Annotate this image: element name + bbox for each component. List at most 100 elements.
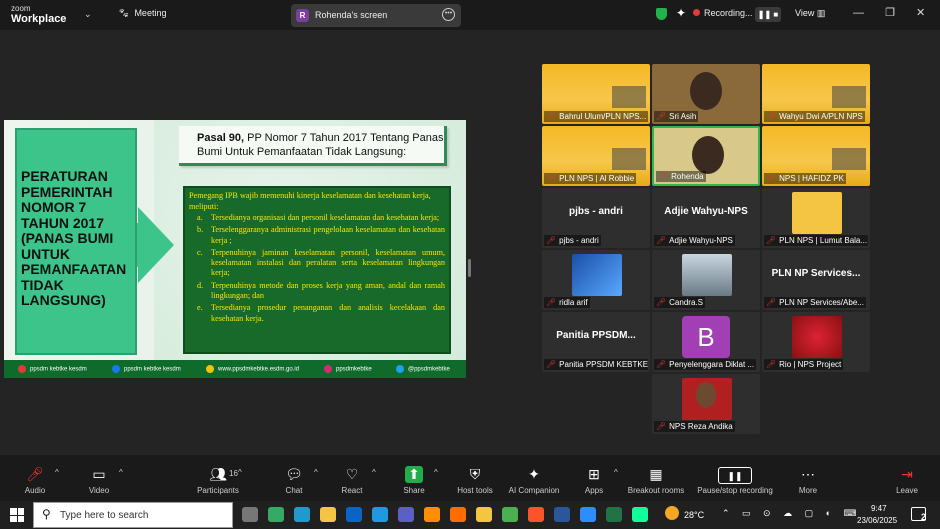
tray-icons[interactable]: ⌃ ▭ ⊙ ☁ ▢ ◐ ⌨︎: [722, 508, 857, 519]
participant-tile[interactable]: 🎤︎ Bahrul Ulum/PLN NPS...: [542, 64, 650, 124]
folder-icon[interactable]: [476, 507, 492, 522]
participant-tile[interactable]: 🎤︎ Rio | NPS Project: [762, 312, 870, 372]
firefox-icon[interactable]: [450, 507, 466, 522]
footer-text: www.ppsdmkebtke.esdm.go.id: [218, 366, 300, 373]
participant-name-text: PLN NPS | Lumut Bala...: [779, 236, 868, 245]
edge-icon[interactable]: [372, 507, 388, 522]
participant-tile[interactable]: 🎤︎ PLN NPS | Al Robbie: [542, 126, 650, 186]
video-button[interactable]: ▭ Video: [59, 466, 139, 500]
participant-name: 🎤︎ NPS | HAFIDZ PK: [764, 173, 846, 184]
shared-screen-tab[interactable]: R Rohenda's screen •••: [291, 4, 461, 27]
file-explorer-icon[interactable]: [320, 507, 336, 522]
mic-muted-icon: 🎤︎: [656, 422, 667, 431]
mic-muted-icon: 🎤︎: [546, 360, 557, 369]
participant-tile[interactable]: 🎤︎ NPS | HAFIDZ PK: [762, 126, 870, 186]
mic-muted-icon: 🎤︎: [656, 112, 667, 121]
recording-pause-button[interactable]: ❚❚ ■: [755, 7, 781, 22]
restore-icon[interactable]: ❐: [885, 7, 895, 19]
more-button[interactable]: ⋯ More: [768, 466, 848, 500]
participant-name-text: ridla arif: [559, 298, 588, 307]
participant-display-name: pjbs - andri: [569, 206, 623, 217]
widgets-icon[interactable]: [268, 507, 284, 522]
footer-text: @ppsdmkebtke: [408, 366, 450, 373]
slide-left-title: PERATURAN PEMERINTAH NOMOR 7 TAHUN 2017 …: [21, 168, 127, 308]
poster-graphic: [612, 86, 646, 108]
brave-icon[interactable]: [528, 507, 544, 522]
ai-sparkle-icon: ✦: [528, 466, 540, 482]
participant-face: [690, 72, 722, 110]
participant-tile[interactable]: 🎤︎ Rohenda: [652, 126, 760, 186]
view-label: View: [795, 8, 815, 18]
participant-thumbnail: [792, 192, 842, 234]
participant-tile[interactable]: B 🎤︎ Penyelenggara Diklat ...: [652, 312, 760, 372]
mic-muted-icon: 🎤︎: [766, 174, 777, 183]
minimize-icon[interactable]: —: [853, 7, 864, 19]
footer-item: www.ppsdmkebtke.esdm.go.id: [206, 365, 299, 373]
participant-tile[interactable]: 🎤︎ PLN NPS | Lumut Bala...: [762, 188, 870, 248]
participants-count: 16: [229, 469, 238, 478]
shared-slide: PERATURAN PEMERINTAH NOMOR 7 TAHUN 2017 …: [4, 120, 466, 378]
ai-sparkle-icon[interactable]: ✦: [676, 6, 686, 20]
participant-thumbnail: [792, 316, 842, 358]
windows-start-icon[interactable]: [10, 508, 24, 522]
toolbar-label: Leave: [896, 486, 918, 495]
extra-app-icon[interactable]: [632, 507, 648, 522]
participants-button[interactable]: 👥︎ Participants: [178, 466, 258, 500]
participant-tile[interactable]: 🎤︎ ridla arif: [542, 250, 650, 310]
participant-tile[interactable]: 🎤︎ Candra.S: [652, 250, 760, 310]
participant-name-text: Bahrul Ulum/PLN NPS...: [559, 112, 647, 121]
participant-tile[interactable]: pjbs - andri 🎤︎ pjbs - andri: [542, 188, 650, 248]
outlook-icon[interactable]: [346, 507, 362, 522]
chevron-up-icon[interactable]: ^: [119, 468, 123, 477]
participant-name-text: PLN NPS | Al Robbie: [559, 174, 635, 183]
weather-icon: [665, 506, 679, 520]
participant-name: 🎤︎ NPS Reza Andika: [654, 421, 735, 432]
excel-icon[interactable]: [606, 507, 622, 522]
search-icon: ⚲: [42, 507, 51, 521]
shield-icon[interactable]: [656, 8, 667, 20]
participant-tile[interactable]: 🎤︎ Sri Asih: [652, 64, 760, 124]
participant-tile[interactable]: 🎤︎ Wahyu Dwi A/PLN NPS: [762, 64, 870, 124]
breakout-rooms-button[interactable]: ▦ Breakout rooms: [616, 466, 696, 500]
participant-initial-avatar: B: [682, 316, 730, 358]
calendar-icon[interactable]: [294, 507, 310, 522]
view-button[interactable]: View ▥: [795, 8, 825, 19]
clock-date[interactable]: 23/06/2025: [857, 516, 897, 525]
view-layout-icon: ▥: [816, 8, 826, 18]
word-icon[interactable]: [554, 507, 570, 522]
participant-name-text: pjbs - andri: [559, 236, 599, 245]
chrome-icon[interactable]: [502, 507, 518, 522]
footer-text: ppsdm kebtke kesdm: [30, 366, 87, 373]
taskbar-search-box[interactable]: ⚲ Type here to search: [33, 502, 233, 528]
chevron-up-icon[interactable]: ^: [238, 468, 242, 477]
participant-face: [692, 136, 724, 174]
zoom-icon[interactable]: [580, 507, 596, 522]
slide-title: Pasal 90, PP Nomor 7 Tahun 2017 Tentang …: [197, 131, 447, 159]
participant-thumbnail: [682, 254, 732, 296]
close-icon[interactable]: ✕: [916, 7, 925, 19]
chevron-down-icon[interactable]: ⌄: [84, 9, 92, 20]
poster-graphic: [612, 148, 646, 170]
pause-recording-button[interactable]: ❚❚ Pause/stop recording: [695, 466, 775, 500]
slide-list-item: e. Tersedianya prosedur penanganan dan an…: [189, 303, 445, 324]
slide-arrow-icon: [138, 207, 174, 283]
participant-tile[interactable]: PLN NP Services... 🎤︎ PLN NP Services/Abe.…: [762, 250, 870, 310]
participant-tile[interactable]: 🎤︎ NPS Reza Andika: [652, 374, 760, 434]
list-item-text: Terpenuhinya jaminan keselamatan personi…: [211, 247, 445, 278]
photos-icon[interactable]: [424, 507, 440, 522]
weather-temperature[interactable]: 28°C: [684, 510, 704, 520]
meeting-button[interactable]: 🐾︎ Meeting: [118, 8, 166, 19]
leave-button[interactable]: ⇥ Leave: [867, 466, 940, 500]
participant-name-text: Adjie Wahyu-NPS: [669, 236, 733, 245]
paw-icon: 🐾︎: [118, 8, 130, 18]
participant-tile[interactable]: Adjie Wahyu-NPS 🎤︎ Adjie Wahyu-NPS: [652, 188, 760, 248]
clock-time[interactable]: 9:47: [871, 504, 887, 513]
list-item-key: d.: [197, 280, 204, 290]
resize-handle[interactable]: [468, 259, 471, 277]
participant-tile[interactable]: Panitia PPSDM... 🎤︎ Panitia PPSDM KEBTKE: [542, 312, 650, 372]
more-options-icon[interactable]: •••: [442, 8, 455, 21]
store-icon[interactable]: [398, 507, 414, 522]
poster-graphic: [832, 86, 866, 108]
window-controls[interactable]: — ❐ ✕: [853, 6, 925, 19]
task-view-icon[interactable]: [242, 507, 258, 522]
